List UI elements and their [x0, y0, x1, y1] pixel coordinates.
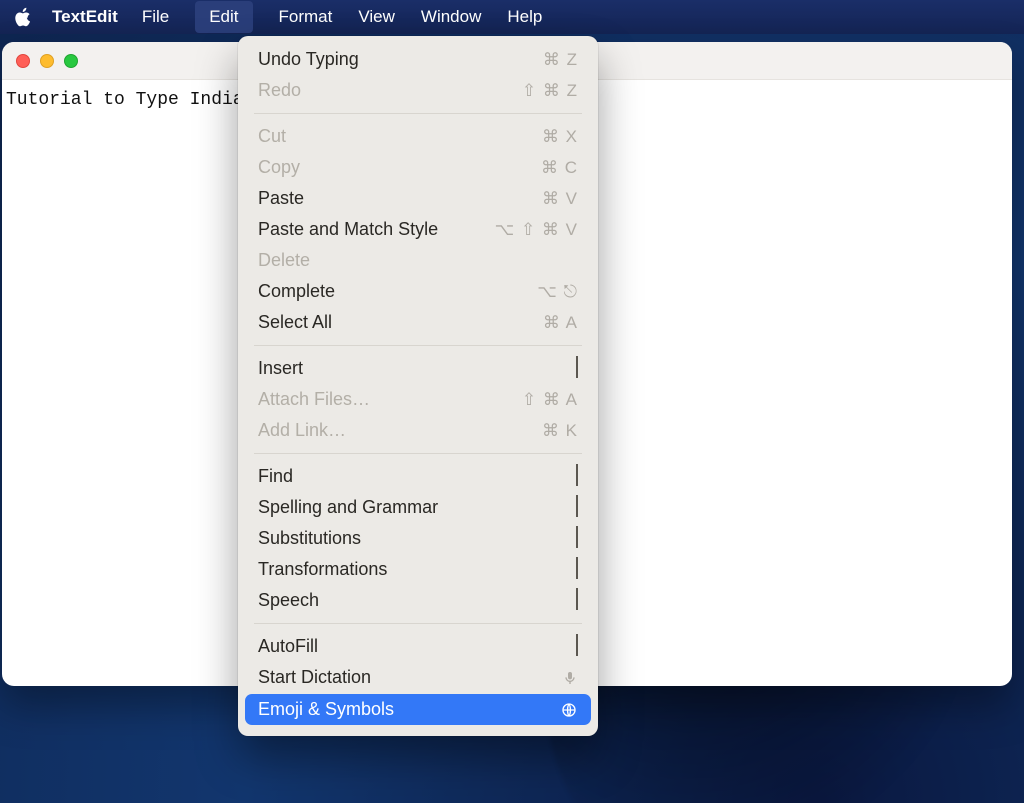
- menuitem-start-dictation[interactable]: Start Dictation: [238, 662, 598, 693]
- chevron-right-icon: [576, 497, 578, 518]
- menuitem-paste[interactable]: Paste ⌘ V: [238, 183, 598, 214]
- menuitem-copy: Copy ⌘ C: [238, 152, 598, 183]
- menuitem-redo: Redo ⇧ ⌘ Z: [238, 75, 598, 106]
- separator: [254, 623, 582, 624]
- menuitem-speech[interactable]: Speech: [238, 585, 598, 616]
- chevron-right-icon: [576, 466, 578, 487]
- microphone-icon: [562, 670, 578, 686]
- menu-format[interactable]: Format: [279, 7, 333, 27]
- edit-menu-dropdown: Undo Typing ⌘ Z Redo ⇧ ⌘ Z Cut ⌘ X Copy …: [238, 36, 598, 736]
- menu-help[interactable]: Help: [507, 7, 542, 27]
- chevron-right-icon: [576, 590, 578, 611]
- app-name[interactable]: TextEdit: [52, 7, 118, 27]
- menuitem-substitutions[interactable]: Substitutions: [238, 523, 598, 554]
- menuitem-add-link: Add Link… ⌘ K: [238, 415, 598, 446]
- separator: [254, 453, 582, 454]
- menuitem-select-all[interactable]: Select All ⌘ A: [238, 307, 598, 338]
- menubar: TextEdit File Edit Format View Window He…: [0, 0, 1024, 34]
- menuitem-find[interactable]: Find: [238, 461, 598, 492]
- chevron-right-icon: [576, 528, 578, 549]
- menu-file[interactable]: File: [142, 7, 169, 27]
- menu-edit[interactable]: Edit: [195, 1, 252, 33]
- separator: [254, 345, 582, 346]
- menuitem-insert[interactable]: Insert: [238, 353, 598, 384]
- menuitem-delete: Delete: [238, 245, 598, 276]
- menu-window[interactable]: Window: [421, 7, 481, 27]
- apple-logo-icon[interactable]: [14, 7, 34, 27]
- chevron-right-icon: [576, 358, 578, 379]
- menuitem-spelling[interactable]: Spelling and Grammar: [238, 492, 598, 523]
- menuitem-complete[interactable]: Complete ⌥ ⎋: [238, 276, 598, 307]
- menuitem-autofill[interactable]: AutoFill: [238, 631, 598, 662]
- menuitem-paste-match[interactable]: Paste and Match Style ⌥ ⇧ ⌘ V: [238, 214, 598, 245]
- chevron-right-icon: [576, 559, 578, 580]
- menuitem-cut: Cut ⌘ X: [238, 121, 598, 152]
- menuitem-emoji-symbols[interactable]: Emoji & Symbols: [245, 694, 591, 725]
- menuitem-undo[interactable]: Undo Typing ⌘ Z: [238, 44, 598, 75]
- menu-view[interactable]: View: [358, 7, 395, 27]
- globe-icon: [560, 701, 578, 719]
- menuitem-attach-files: Attach Files… ⇧ ⌘ A: [238, 384, 598, 415]
- separator: [254, 113, 582, 114]
- chevron-right-icon: [576, 636, 578, 657]
- menuitem-transformations[interactable]: Transformations: [238, 554, 598, 585]
